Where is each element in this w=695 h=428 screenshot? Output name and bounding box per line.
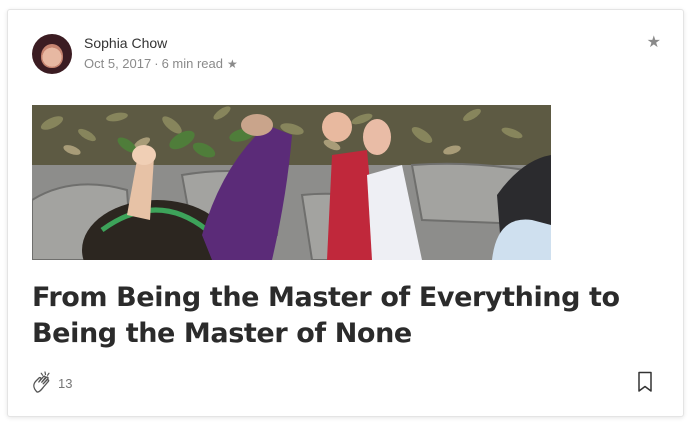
children-gardening-illustration [32,105,551,260]
clap-count[interactable]: 13 [58,376,72,391]
post-meta: Oct 5, 2017 · 6 min read ★ [84,56,238,71]
post-card[interactable]: Sophia Chow Oct 5, 2017·6 min read★ ★ [7,9,684,417]
author-name[interactable]: Sophia Chow [84,35,167,51]
star-icon[interactable]: ★ [647,32,661,52]
post-date[interactable]: Oct 5, 2017 [84,56,151,71]
post-title[interactable]: From Being the Master of Everything to B… [32,280,652,352]
post-footer: 13 [30,370,662,396]
author-avatar[interactable] [32,34,72,74]
read-time: 6 min read [161,56,223,71]
meta-separator: · [154,56,159,71]
clap-icon[interactable] [30,370,56,396]
member-star-icon: ★ [226,57,238,71]
post-hero-image[interactable] [32,105,551,260]
bookmark-icon[interactable] [636,371,654,393]
post-header: Sophia Chow Oct 5, 2017 · 6 min read ★ [32,34,652,74]
